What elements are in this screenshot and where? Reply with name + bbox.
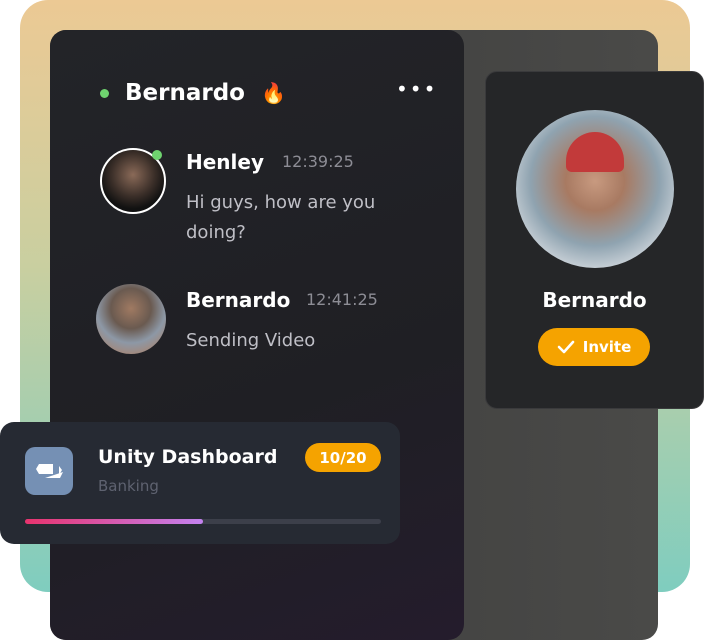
invite-button[interactable]: Invite [538,328,650,366]
chat-title: Bernardo [125,80,245,106]
task-card[interactable]: Unity Dashboard Banking 10/20 [0,422,400,544]
message-time: 12:39:25 [282,152,354,171]
task-count-badge: 10/20 [305,443,381,472]
check-icon [557,340,575,354]
message-author: Henley [186,150,264,174]
message-time: 12:41:25 [306,290,378,309]
invite-label: Invite [582,338,632,356]
message-text: Hi guys, how are you doing? [186,192,376,243]
message-author: Bernardo [186,288,291,312]
profile-avatar [516,110,674,268]
more-options-icon[interactable]: ••• [396,79,437,99]
message-text: Sending Video [186,330,316,351]
online-status-icon [152,150,162,160]
task-title: Unity Dashboard [98,446,278,468]
profile-card: Bernardo Invite [485,71,704,409]
chat-header: Bernardo 🔥 [100,80,286,106]
fire-icon: 🔥 [260,81,286,105]
avatar[interactable] [100,148,166,214]
progress-fill [25,519,203,524]
task-subtitle: Banking [98,477,159,495]
app-icon [25,447,73,495]
avatar[interactable] [96,284,166,354]
profile-name: Bernardo [542,288,647,312]
progress-bar [25,519,381,524]
online-status-icon [100,88,109,98]
